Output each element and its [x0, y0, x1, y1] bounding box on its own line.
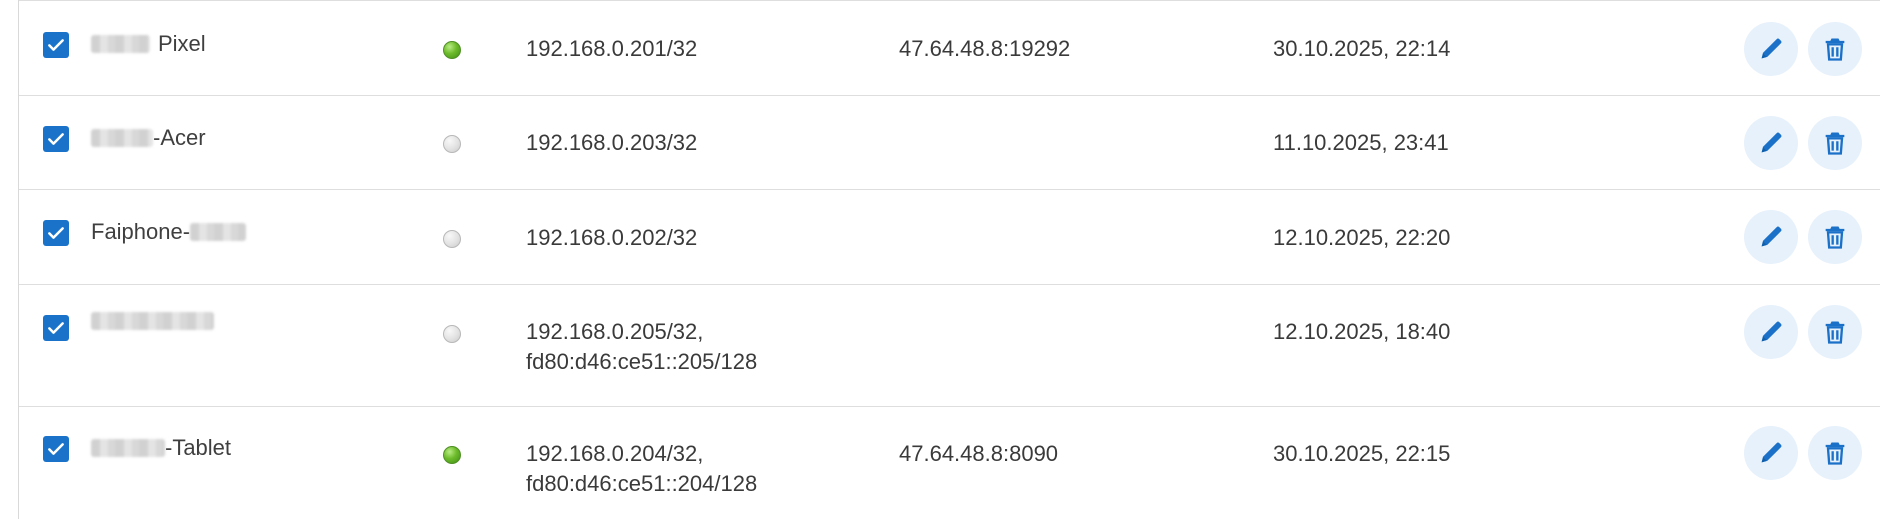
- last-handshake: 11.10.2025, 23:41: [1273, 130, 1449, 155]
- trash-icon: [1825, 321, 1845, 344]
- pencil-icon: [1761, 321, 1782, 342]
- peer-name: -Tablet: [91, 433, 231, 463]
- online-status-indicator: [443, 41, 461, 59]
- row-checkbox[interactable]: [43, 315, 69, 341]
- delete-button[interactable]: [1808, 22, 1862, 76]
- row-checkbox[interactable]: [43, 32, 69, 58]
- row-checkbox[interactable]: [43, 436, 69, 462]
- peer-name: Faiphone-: [91, 217, 247, 247]
- offline-status-indicator: [443, 230, 461, 248]
- peer-name: Pixel: [91, 29, 206, 59]
- edit-button[interactable]: [1744, 305, 1798, 359]
- table-row: Faiphone- 192.168.0.202/32 12.10.2025, 2…: [19, 189, 1880, 284]
- check-icon: [48, 39, 64, 51]
- pencil-icon: [1761, 442, 1782, 463]
- redacted-name-segment: [91, 35, 150, 53]
- allowed-ips: 192.168.0.202/32: [526, 225, 698, 250]
- edit-button[interactable]: [1744, 116, 1798, 170]
- row-checkbox[interactable]: [43, 220, 69, 246]
- allowed-ips: 192.168.0.201/32: [526, 36, 698, 61]
- delete-button[interactable]: [1808, 210, 1862, 264]
- trash-icon: [1825, 442, 1845, 465]
- endpoint: 47.64.48.8:8090: [899, 441, 1059, 466]
- table-row: -Acer 192.168.0.203/32 11.10.2025, 23:41: [19, 95, 1880, 189]
- trash-icon: [1825, 226, 1845, 249]
- pencil-icon: [1761, 38, 1782, 59]
- table-row: 192.168.0.205/32, fd80:d46:ce51::205/128…: [19, 284, 1880, 406]
- edit-button[interactable]: [1744, 22, 1798, 76]
- peer-name-text: Faiphone-: [91, 219, 191, 244]
- peer-name-text: Pixel: [158, 31, 206, 56]
- endpoint: 47.64.48.8:19292: [899, 36, 1071, 61]
- redacted-name-segment: [91, 129, 153, 147]
- table-row: -Tablet 192.168.0.204/32, fd80:d46:ce51:…: [19, 406, 1880, 519]
- allowed-ips: 192.168.0.203/32: [526, 130, 698, 155]
- peer-name: -Acer: [91, 123, 206, 153]
- check-icon: [48, 322, 64, 334]
- edit-button[interactable]: [1744, 426, 1798, 480]
- allowed-ips: 192.168.0.205/32, fd80:d46:ce51::205/128: [526, 319, 758, 374]
- pencil-icon: [1761, 132, 1782, 153]
- last-handshake: 12.10.2025, 22:20: [1273, 225, 1451, 250]
- peer-name: [91, 312, 214, 330]
- last-handshake: 30.10.2025, 22:14: [1273, 36, 1451, 61]
- offline-status-indicator: [443, 325, 461, 343]
- trash-icon: [1825, 38, 1845, 61]
- offline-status-indicator: [443, 135, 461, 153]
- peer-table: Pixel 192.168.0.201/32 47.64.48.8:19292 …: [0, 0, 1880, 519]
- online-status-indicator: [443, 446, 461, 464]
- edit-button[interactable]: [1744, 210, 1798, 264]
- redacted-name-segment: [91, 312, 214, 330]
- row-checkbox[interactable]: [43, 126, 69, 152]
- table-row: Pixel 192.168.0.201/32 47.64.48.8:19292 …: [19, 0, 1880, 95]
- check-icon: [48, 133, 64, 145]
- delete-button[interactable]: [1808, 426, 1862, 480]
- trash-icon: [1825, 132, 1845, 155]
- peer-name-text: -Tablet: [165, 435, 232, 460]
- check-icon: [48, 227, 64, 239]
- last-handshake: 12.10.2025, 18:40: [1273, 319, 1451, 344]
- delete-button[interactable]: [1808, 116, 1862, 170]
- allowed-ips: 192.168.0.204/32, fd80:d46:ce51::204/128: [526, 441, 758, 496]
- delete-button[interactable]: [1808, 305, 1862, 359]
- redacted-name-segment: [91, 439, 165, 457]
- check-icon: [48, 443, 64, 455]
- last-handshake: 30.10.2025, 22:15: [1273, 441, 1451, 466]
- pencil-icon: [1761, 226, 1782, 247]
- peer-name-text: -Acer: [153, 125, 206, 150]
- redacted-name-segment: [190, 223, 247, 241]
